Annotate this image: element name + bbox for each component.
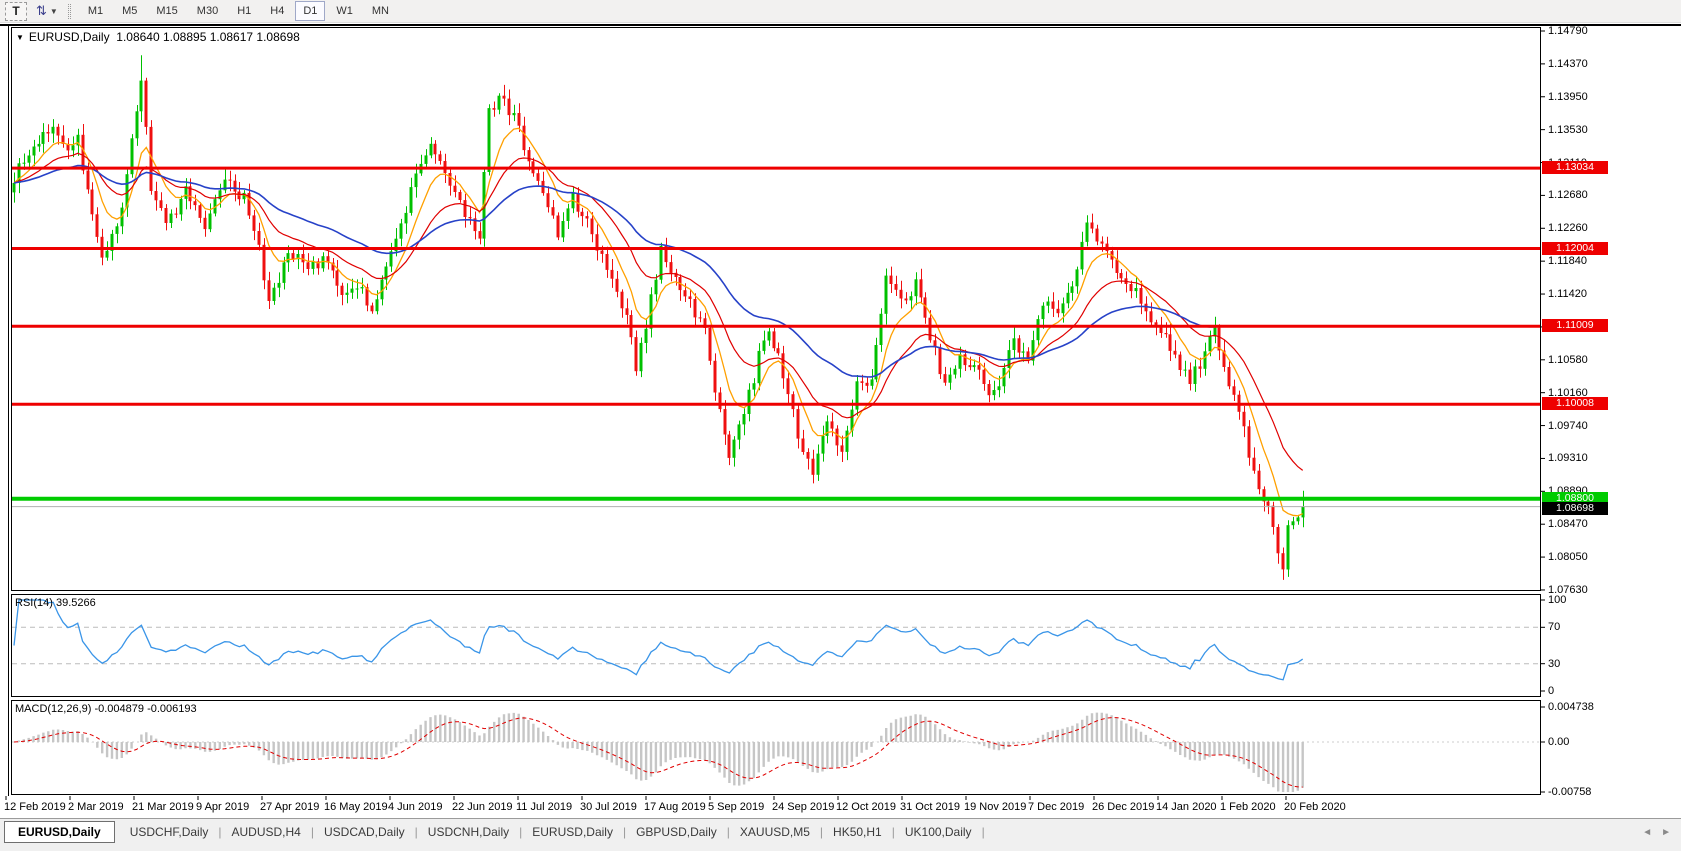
rsi-panel[interactable] bbox=[11, 594, 1541, 697]
price-line-label[interactable]: 1.11009 bbox=[1542, 319, 1608, 333]
macd-axis-label: 0.004738 bbox=[1548, 701, 1594, 713]
date-axis-label: 11 Jul 2019 bbox=[516, 801, 573, 813]
date-axis-label: 16 May 2019 bbox=[324, 801, 388, 813]
chart-tab-xauusd-m5[interactable]: XAUUSD,M5 bbox=[731, 821, 819, 842]
date-axis-label: 14 Jan 2020 bbox=[1156, 801, 1217, 813]
tab-separator: | bbox=[981, 825, 985, 839]
price-line-label[interactable]: 1.13034 bbox=[1542, 161, 1608, 175]
price-axis-label: 1.07630 bbox=[1548, 583, 1588, 596]
date-axis-label: 12 Feb 2019 bbox=[4, 801, 66, 813]
chart-tab-hk50-h1[interactable]: HK50,H1 bbox=[824, 821, 891, 842]
chart-ohlc-header: ▼ EURUSD,Daily 1.08640 1.08895 1.08617 1.… bbox=[16, 30, 300, 44]
price-line-label[interactable]: 1.08800 bbox=[1542, 491, 1608, 505]
rsi-axis-label: 0 bbox=[1548, 685, 1555, 697]
price-axis-label: 1.13110 bbox=[1548, 156, 1587, 169]
price-axis-label: 1.11840 bbox=[1548, 255, 1587, 268]
chart-tab-eurusd-daily[interactable]: EURUSD,Daily bbox=[4, 821, 115, 843]
macd-axis-label: 0.00 bbox=[1548, 736, 1570, 748]
date-axis-label: 5 Sep 2019 bbox=[708, 801, 765, 813]
chart-header-caret-icon[interactable]: ▼ bbox=[16, 33, 24, 42]
price-axis-label: 1.08470 bbox=[1548, 518, 1588, 531]
rsi-axis-label: 70 bbox=[1548, 621, 1561, 634]
date-axis-label: 21 Mar 2019 bbox=[132, 801, 194, 813]
date-axis-label: 17 Aug 2019 bbox=[644, 801, 706, 813]
price-axis-label: 1.11420 bbox=[1548, 288, 1587, 301]
timeframe-button-m5[interactable]: M5 bbox=[114, 1, 145, 21]
price-axis-label: 1.11000 bbox=[1548, 320, 1587, 333]
chart-symbol-label: EURUSD,Daily bbox=[28, 30, 110, 44]
chart-tab-gbpusd-daily[interactable]: GBPUSD,Daily bbox=[627, 821, 726, 842]
text-tool-button[interactable]: T bbox=[5, 1, 27, 21]
chart-tabs: EURUSD,Daily USDCHF,Daily | AUDUSD,H4 | USDCA… bbox=[0, 821, 986, 843]
price-axis-label: 1.12260 bbox=[1548, 222, 1588, 235]
price-axis-label: 1.10580 bbox=[1548, 353, 1588, 366]
date-axis-label: 9 Apr 2019 bbox=[196, 801, 250, 813]
price-axis-label: 1.10160 bbox=[1548, 386, 1588, 399]
toolbar-grip bbox=[67, 3, 71, 19]
toolbar: T ⇅ ▼ M1 M5 M15 M30 H1 H4 D1 W1 MN bbox=[0, 0, 1681, 23]
chart-tab-uk100-daily[interactable]: UK100,Daily bbox=[896, 821, 981, 842]
main-price-panel[interactable] bbox=[11, 27, 1541, 591]
price-axis-label: 1.09740 bbox=[1548, 419, 1588, 432]
chart-ohlc-values: 1.08640 1.08895 1.08617 1.08698 bbox=[116, 30, 300, 44]
date-axis-label: 31 Oct 2019 bbox=[900, 801, 960, 813]
chart-window-left-border bbox=[8, 25, 9, 796]
timeframe-button-m15[interactable]: M15 bbox=[148, 1, 185, 21]
timeframe-button-m30[interactable]: M30 bbox=[189, 1, 226, 21]
chart-tab-usdcad-daily[interactable]: USDCAD,Daily bbox=[315, 821, 414, 842]
timeframe-button-h4[interactable]: H4 bbox=[262, 1, 292, 21]
price-axis-label: 1.09310 bbox=[1548, 452, 1588, 465]
date-axis-label: 27 Apr 2019 bbox=[260, 801, 320, 813]
chart-tab-usdcnh-daily[interactable]: USDCNH,Daily bbox=[419, 821, 518, 842]
arrange-icon: ⇅ bbox=[36, 3, 47, 18]
price-axis-label: 1.13950 bbox=[1548, 90, 1588, 103]
price-axis-label: 1.08050 bbox=[1548, 551, 1588, 564]
date-axis-label: 7 Dec 2019 bbox=[1028, 801, 1085, 813]
rsi-axis-label: 100 bbox=[1548, 594, 1567, 606]
price-axis-label: 1.13530 bbox=[1548, 123, 1588, 136]
date-axis-label: 20 Feb 2020 bbox=[1284, 801, 1346, 813]
price-axis-label: 1.14370 bbox=[1548, 57, 1588, 70]
chart-tab-bar: EURUSD,Daily USDCHF,Daily | AUDUSD,H4 | USDCA… bbox=[0, 819, 1681, 851]
chart-tab-usdchf-daily[interactable]: USDCHF,Daily bbox=[121, 821, 218, 842]
timeframe-button-m1[interactable]: M1 bbox=[80, 1, 111, 21]
timeframe-buttons: M1 M5 M15 M30 H1 H4 D1 W1 MN bbox=[80, 1, 400, 21]
mt4-window: T ⇅ ▼ M1 M5 M15 M30 H1 H4 D1 W1 MN ▼ EURUSD,Daily… bbox=[0, 0, 1681, 851]
price-axis-label: 1.14790 bbox=[1548, 25, 1588, 37]
arrange-charts-button[interactable]: ⇅ ▼ bbox=[36, 3, 58, 19]
price-axis-label: 1.12680 bbox=[1548, 189, 1588, 202]
chevron-down-icon: ▼ bbox=[49, 6, 58, 16]
price-line-label[interactable]: 1.10008 bbox=[1542, 397, 1608, 411]
date-axis-label: 26 Dec 2019 bbox=[1092, 801, 1155, 813]
tab-scroll-left-icon[interactable]: ◄ bbox=[1642, 827, 1652, 838]
date-axis-label: 22 Jun 2019 bbox=[452, 801, 513, 813]
timeframe-button-h1[interactable]: H1 bbox=[229, 1, 259, 21]
date-axis-label: 30 Jul 2019 bbox=[580, 801, 637, 813]
date-axis-label: 1 Feb 2020 bbox=[1220, 801, 1276, 813]
date-axis-label: 12 Oct 2019 bbox=[836, 801, 896, 813]
timeframe-button-mn[interactable]: MN bbox=[364, 1, 397, 21]
tab-scroll-right-icon[interactable]: ► bbox=[1661, 827, 1671, 838]
date-axis-label: 4 Jun 2019 bbox=[388, 801, 443, 813]
date-axis-label: 19 Nov 2019 bbox=[964, 801, 1027, 813]
timeframe-button-w1[interactable]: W1 bbox=[328, 1, 361, 21]
chart-tab-audusd-h4[interactable]: AUDUSD,H4 bbox=[223, 821, 310, 842]
chart-tab-eurusd-daily[interactable]: EURUSD,Daily bbox=[523, 821, 622, 842]
macd-panel[interactable] bbox=[11, 700, 1541, 795]
rsi-indicator-label: RSI(14) 39.5266 bbox=[15, 597, 96, 609]
price-axis-label: 1.08890 bbox=[1548, 485, 1588, 498]
date-axis-label: 2 Mar 2019 bbox=[68, 801, 124, 813]
tab-scroll-arrows: ◄ ► bbox=[1642, 827, 1671, 838]
macd-axis-label: -0.00758 bbox=[1548, 786, 1592, 798]
macd-indicator-label: MACD(12,26,9) -0.004879 -0.006193 bbox=[15, 703, 197, 715]
timeframe-button-d1[interactable]: D1 bbox=[295, 1, 326, 21]
price-line-label[interactable]: 1.12004 bbox=[1542, 241, 1608, 255]
rsi-axis-label: 30 bbox=[1548, 657, 1561, 670]
date-axis-label: 24 Sep 2019 bbox=[772, 801, 835, 813]
current-price-label: 1.08698 bbox=[1542, 501, 1608, 515]
chart-window-top-border bbox=[0, 24, 1681, 26]
